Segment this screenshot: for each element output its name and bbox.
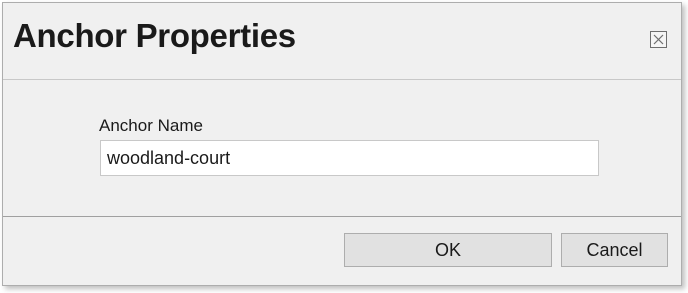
anchor-name-label: Anchor Name <box>99 116 203 135</box>
dialog-footer: OK Cancel <box>3 216 681 285</box>
dialog-content: Anchor Name <box>3 80 681 215</box>
dialog-title: Anchor Properties <box>13 17 296 54</box>
cancel-button[interactable]: Cancel <box>561 233 668 267</box>
close-button[interactable] <box>650 31 667 48</box>
anchor-properties-dialog: Anchor Properties Anchor Name OK Cancel <box>2 2 682 286</box>
close-icon <box>653 34 664 45</box>
ok-button[interactable]: OK <box>344 233 552 267</box>
anchor-name-input[interactable] <box>100 140 599 176</box>
dialog-titlebar: Anchor Properties <box>3 3 681 80</box>
